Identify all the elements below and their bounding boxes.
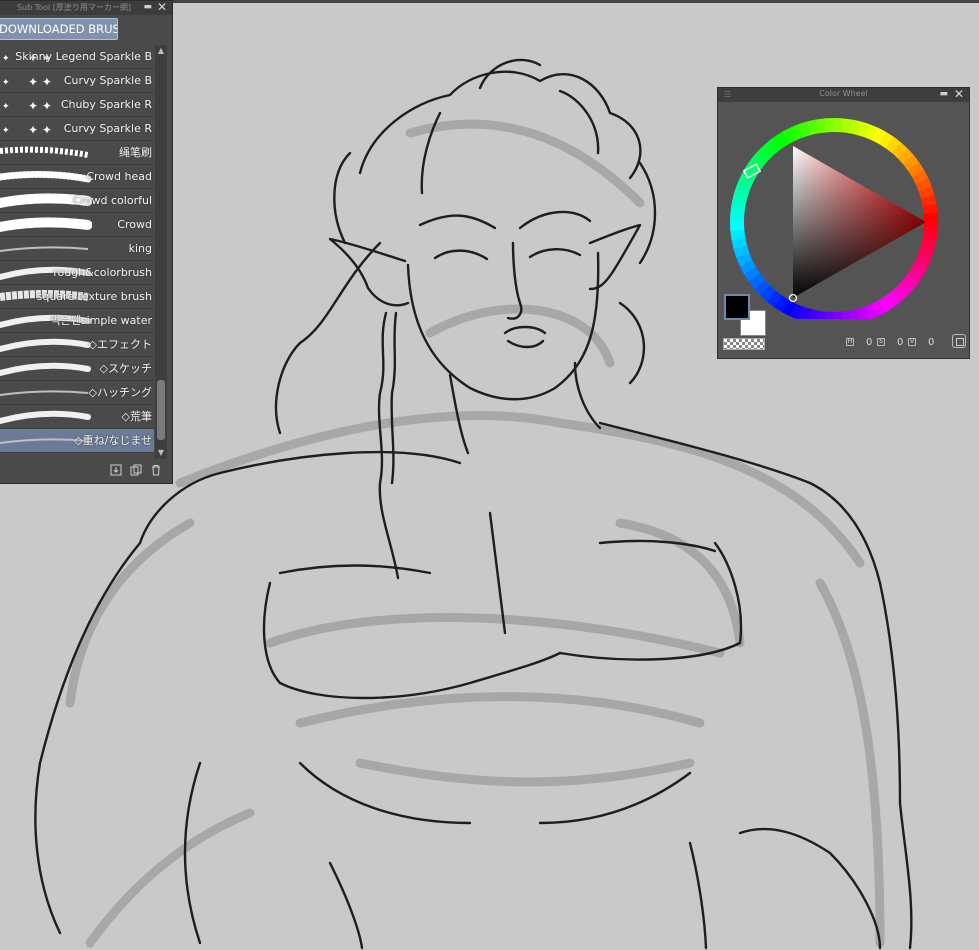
brush-item-label: Crowd <box>117 218 152 231</box>
brush-item[interactable]: ✦ ✦ ✦ Skinny Legend Sparkle B <box>0 45 154 69</box>
brush-stroke-preview <box>0 410 91 424</box>
brush-item-label: ◇荒筆 <box>121 410 152 423</box>
brush-item-label: rough&colorbrush <box>53 266 152 279</box>
sub-tool-title: Sub Tool [厚塗り用マーカー網] <box>16 3 132 12</box>
sub-tool-titlebar[interactable]: Sub Tool [厚塗り用マーカー網] ▬ ✕ <box>0 0 172 15</box>
brush-item-label: Curvy Sparkle R <box>63 122 152 135</box>
brush-item-label: 먹는펜simple water <box>50 314 152 327</box>
brush-item-label: ◇エフェクト <box>88 338 152 351</box>
hue-value-icon: H <box>846 338 854 346</box>
brush-stroke-preview <box>0 246 89 252</box>
brush-item[interactable]: ✦ ✦ ✦ Curvy Sparkle B <box>0 69 154 93</box>
hue-ring[interactable] <box>727 104 942 319</box>
brush-item-label: king <box>128 242 152 255</box>
scroll-up-icon[interactable]: ▲ <box>155 45 167 57</box>
close-icon[interactable]: ✕ <box>157 0 167 14</box>
color-swatches <box>722 294 766 336</box>
brush-item-label: ◇重ね/なじませ <box>74 434 152 447</box>
svg-text:✦: ✦ <box>2 126 10 136</box>
brush-item[interactable]: rough&colorbrush <box>0 261 154 285</box>
brush-item[interactable]: Crowd colorful <box>0 189 154 213</box>
hue-segment[interactable] <box>923 221 938 232</box>
close-icon[interactable]: ✕ <box>954 87 964 101</box>
brush-item[interactable]: ◇ハッチング <box>0 381 154 405</box>
brush-stroke-preview <box>0 362 91 376</box>
brush-item[interactable]: ◇エフェクト <box>0 333 154 357</box>
transparent-color-swatch[interactable] <box>723 338 765 350</box>
brush-item[interactable]: Crowd head <box>0 165 154 189</box>
brush-item-label: square texture brush <box>36 290 152 303</box>
svg-text:✦: ✦ <box>2 78 10 88</box>
scrollbar-thumb[interactable] <box>157 380 165 440</box>
import-icon[interactable] <box>110 464 122 476</box>
brush-item-label: Crowd head <box>86 170 152 183</box>
brush-item-label: Skinny Legend Sparkle B <box>15 50 152 63</box>
brush-stroke-preview <box>0 338 91 352</box>
minimize-icon[interactable]: ▬ <box>939 89 948 99</box>
hue-segment[interactable] <box>825 311 835 319</box>
main-color-swatch[interactable] <box>724 294 750 320</box>
hue-value[interactable]: 0 <box>866 337 872 348</box>
hue-segment[interactable] <box>833 118 844 133</box>
scroll-down-icon[interactable]: ▼ <box>155 447 167 459</box>
sub-tool-group-bar: DOWNLOADED BRUSH <box>0 17 173 41</box>
group-tab-downloaded-brush[interactable]: DOWNLOADED BRUSH <box>0 18 118 40</box>
sub-tool-panel: Sub Tool [厚塗り用マーカー網] ▬ ✕ DOWNLOADED BRUS… <box>0 0 173 484</box>
brush-stroke-preview <box>0 217 92 232</box>
saturation-value[interactable]: 0 <box>897 337 903 348</box>
brush-item[interactable]: ✦ ✦ ✦ Curvy Sparkle R <box>0 117 154 141</box>
brush-item-label: Curvy Sparkle B <box>63 74 152 87</box>
brush-item[interactable]: ◇荒筆 <box>0 405 154 429</box>
minimize-icon[interactable]: ▬ <box>143 2 152 12</box>
svg-text:✦: ✦ <box>2 54 10 64</box>
brush-stroke-preview <box>0 146 89 158</box>
brush-item-label: ◇ハッチング <box>88 386 152 399</box>
brush-item-label: 绳笔刷 <box>119 146 152 159</box>
color-mode-toggle-icon[interactable] <box>952 334 966 348</box>
brush-stroke-preview <box>0 390 89 396</box>
svg-text:✦ ✦: ✦ ✦ <box>28 75 52 89</box>
color-wheel-panel: ☰ Color Wheel ▬ ✕ H 0 S 0 V 0 <box>717 87 970 359</box>
brightness-value-icon: V <box>908 338 916 346</box>
saturation-value-icon: S <box>877 338 885 346</box>
sub-tool-footer <box>0 459 173 483</box>
brush-item[interactable]: square texture brush <box>0 285 154 309</box>
color-wheel-title: Color Wheel <box>819 89 868 98</box>
color-values: H 0 S 0 V 0 <box>840 336 964 352</box>
brush-item-label: Chuby Sparkle R <box>60 98 152 111</box>
brush-item[interactable]: ◇スケッチ <box>0 357 154 381</box>
trash-icon[interactable] <box>150 464 162 476</box>
brush-item-label: ◇スケッチ <box>99 362 152 375</box>
svg-text:✦ ✦: ✦ ✦ <box>28 99 52 113</box>
brush-item[interactable]: 먹는펜simple water <box>0 309 154 333</box>
duplicate-icon[interactable] <box>130 464 142 476</box>
brush-item[interactable]: 绳笔刷 <box>0 141 154 165</box>
svg-text:✦ ✦: ✦ ✦ <box>28 123 52 137</box>
brush-item[interactable]: Crowd <box>0 213 154 237</box>
svg-text:✦: ✦ <box>2 102 10 112</box>
brush-item-label: Crowd colorful <box>72 194 152 207</box>
brush-stroke-preview <box>0 170 92 183</box>
sv-triangle[interactable] <box>793 146 926 298</box>
scrollbar[interactable]: ▲ ▼ <box>155 45 167 459</box>
brush-item[interactable]: king <box>0 237 154 261</box>
color-wheel-titlebar[interactable]: ☰ Color Wheel ▬ ✕ <box>718 87 969 102</box>
brightness-value[interactable]: 0 <box>928 337 934 348</box>
brush-list: ✦ ✦ ✦ Skinny Legend Sparkle B ✦ ✦ ✦ Curvy Spa… <box>0 45 154 459</box>
brush-item[interactable]: ✦ ✦ ✦ Chuby Sparkle R <box>0 93 154 117</box>
brush-item[interactable]: ◇重ね/なじませ <box>0 429 154 453</box>
hue-segment[interactable] <box>730 212 745 223</box>
